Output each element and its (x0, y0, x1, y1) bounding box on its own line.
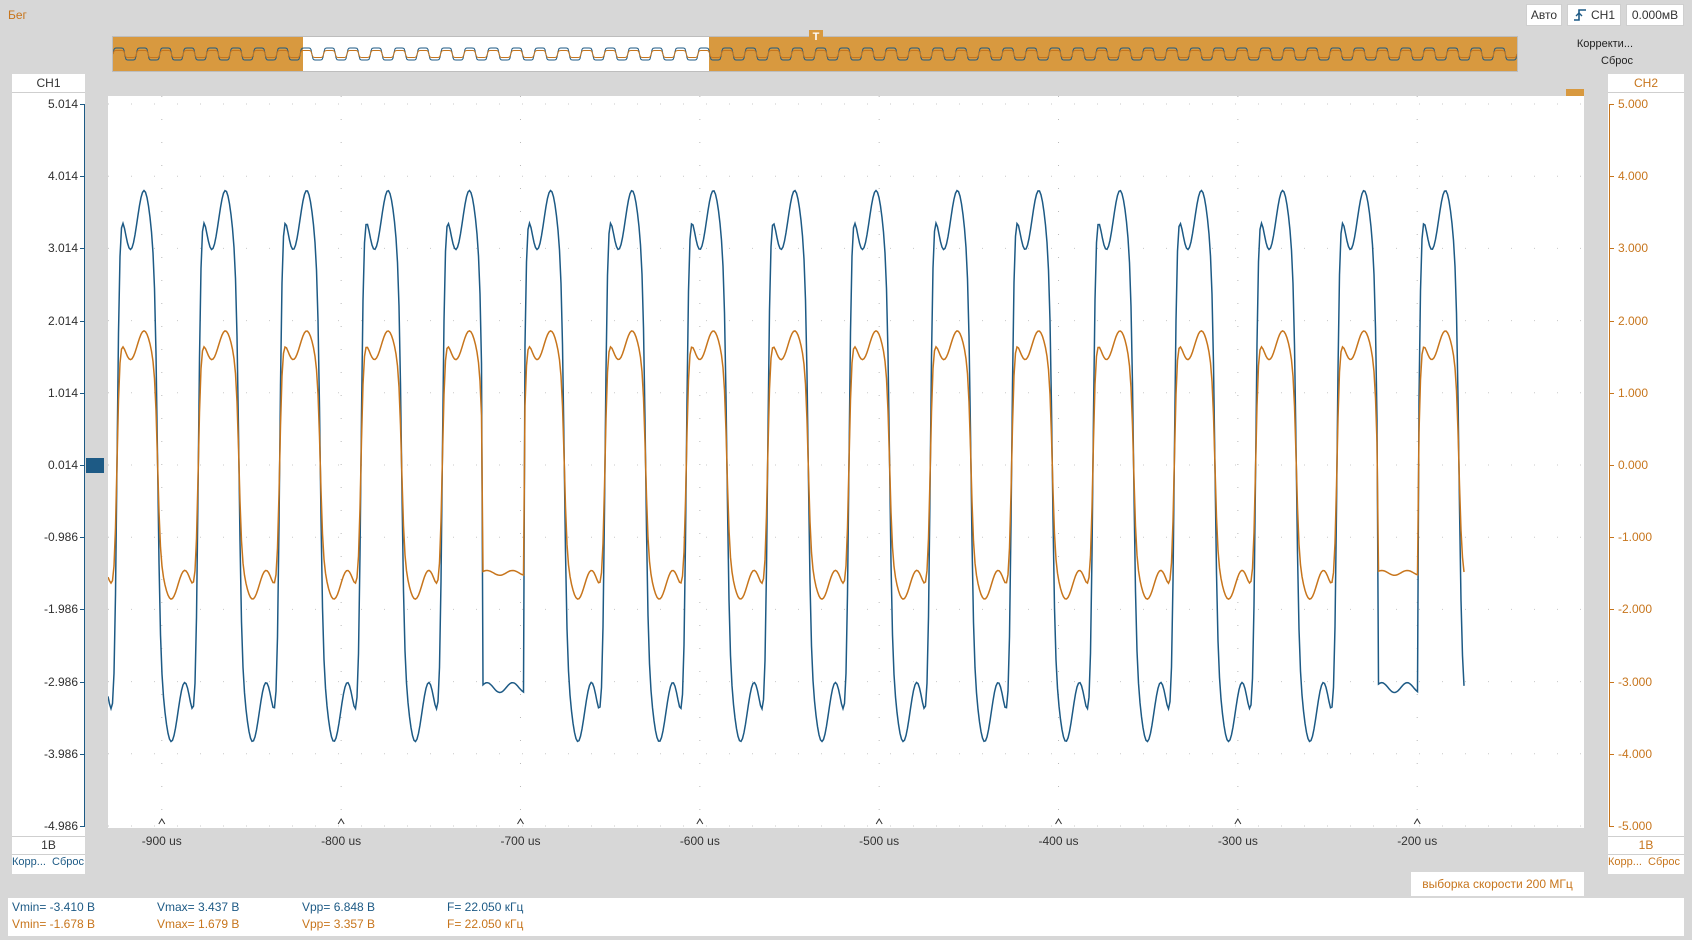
ch2-axis-line (1609, 104, 1610, 826)
run-state-button[interactable]: Бег (8, 4, 38, 26)
overview-reset-button[interactable]: Сброс (1521, 55, 1633, 70)
ch2-y-tick-label: -4.000 (1618, 746, 1653, 761)
ch2-y-tick-label: -2.000 (1618, 602, 1653, 617)
ch2-vmax: Vmax= 1.679 В (157, 917, 240, 931)
ch1-volts-div[interactable]: 1В (12, 836, 85, 855)
ch1-measurements: Vmin= -3.410 В Vmax= 3.437 В Vpp= 6.848 … (12, 900, 1012, 916)
ch2-vpp: Vpp= 3.357 В (302, 917, 376, 931)
ch2-y-tick-label: 3.000 (1618, 241, 1649, 256)
x-tick-mark (337, 818, 345, 825)
ch1-y-tick-label: 2.014 (47, 313, 78, 328)
ch1-vmax: Vmax= 3.437 В (157, 900, 240, 914)
x-tick-mark (1413, 818, 1421, 825)
ch1-y-tick-label: -4.986 (43, 819, 78, 833)
overview-selection[interactable] (113, 37, 303, 71)
trigger-channel-label: CH1 (1590, 8, 1615, 22)
x-tick-label: -400 us (1038, 834, 1079, 848)
ch2-y-tick-label: 4.000 (1618, 169, 1649, 184)
ch1-frequency: F= 22.050 кГц (447, 900, 524, 914)
ch1-offset-marker-icon[interactable] (86, 458, 104, 473)
x-tick-mark (875, 818, 883, 825)
ch2-y-tick-label: -1.000 (1618, 530, 1653, 545)
ch1-y-tick-label: 4.014 (47, 169, 78, 184)
ch2-volts-div[interactable]: 1В (1608, 836, 1684, 855)
ch2-measurements: Vmin= -1.678 В Vmax= 1.679 В Vpp= 3.357 … (12, 917, 1012, 933)
ch1-vpp: Vpp= 6.848 В (302, 900, 376, 914)
x-tick-label: -900 us (141, 834, 182, 848)
ch1-y-tick-label: 0.014 (47, 458, 78, 472)
waveform-plot[interactable] (108, 96, 1584, 828)
ch2-vmin: Vmin= -1.678 В (12, 917, 96, 931)
ch1-trace (108, 189, 1465, 743)
ch1-y-tick-label: -3.986 (43, 746, 78, 761)
ch1-y-tick-label: 1.014 (47, 385, 78, 400)
ch2-y-tick-label: 0.000 (1618, 458, 1649, 472)
ch2-y-tick-label: -3.000 (1618, 674, 1653, 689)
trigger-T-icon[interactable]: T (809, 30, 823, 44)
x-tick-label: -500 us (859, 834, 900, 848)
ch1-vmin: Vmin= -3.410 В (12, 900, 96, 914)
ch1-y-tick-label: 5.014 (47, 97, 78, 111)
measurements-panel: Vmin= -3.410 В Vmax= 3.437 В Vpp= 6.848 … (8, 898, 1684, 936)
x-tick-mark (158, 818, 166, 825)
ch1-y-tick-label: -2.986 (43, 674, 78, 689)
overview-adjust-button[interactable]: Корректи... (1521, 38, 1633, 53)
ch2-channel-label[interactable]: CH2 (1608, 74, 1684, 93)
sample-rate-label: выборка скорости 200 МГц (1411, 872, 1584, 896)
ch2-y-tick-label: 1.000 (1618, 385, 1649, 400)
ch1-y-tick-label: -0.986 (43, 530, 78, 545)
ch2-adjust-button[interactable]: Корр... (1608, 856, 1642, 868)
ch2-y-tick-label: 2.000 (1618, 313, 1649, 328)
ch1-axis-line (84, 104, 85, 826)
x-tick-mark (1055, 818, 1062, 825)
overview-selection[interactable] (709, 37, 1517, 71)
ch1-y-tick-label: 3.014 (47, 241, 78, 256)
ch1-channel-label[interactable]: CH1 (12, 74, 85, 93)
trigger-channel-button[interactable]: CH1 (1567, 4, 1621, 26)
ch2-trace (108, 330, 1465, 600)
x-tick-label: -800 us (321, 834, 362, 848)
x-tick-mark (1234, 818, 1242, 825)
x-tick-label: -300 us (1217, 834, 1258, 848)
x-tick-mark (696, 818, 704, 825)
ch2-reset-button[interactable]: Сброс (1648, 856, 1680, 868)
ch2-y-tick-label: 5.000 (1618, 97, 1649, 111)
x-tick-label: -600 us (679, 834, 720, 848)
waveform-display[interactable] (108, 96, 1584, 828)
ch1-adjust-button[interactable]: Корр... (12, 856, 46, 868)
trigger-level-field[interactable]: 0.000мВ (1626, 4, 1684, 26)
x-tick-mark (517, 818, 524, 825)
ch1-y-tick-label: -1.986 (43, 602, 78, 617)
ch2-y-tick-label: -5.000 (1618, 819, 1653, 833)
ch2-y-tick-mark (1609, 826, 1614, 827)
trigger-mode-button[interactable]: Авто (1526, 4, 1562, 26)
ch2-frequency: F= 22.050 кГц (447, 917, 524, 931)
rising-edge-icon (1573, 9, 1586, 21)
ch1-y-tick-mark (80, 826, 85, 827)
x-tick-label: -700 us (500, 834, 541, 848)
x-tick-label: -200 us (1397, 834, 1438, 848)
ch1-reset-button[interactable]: Сброс (52, 856, 84, 868)
